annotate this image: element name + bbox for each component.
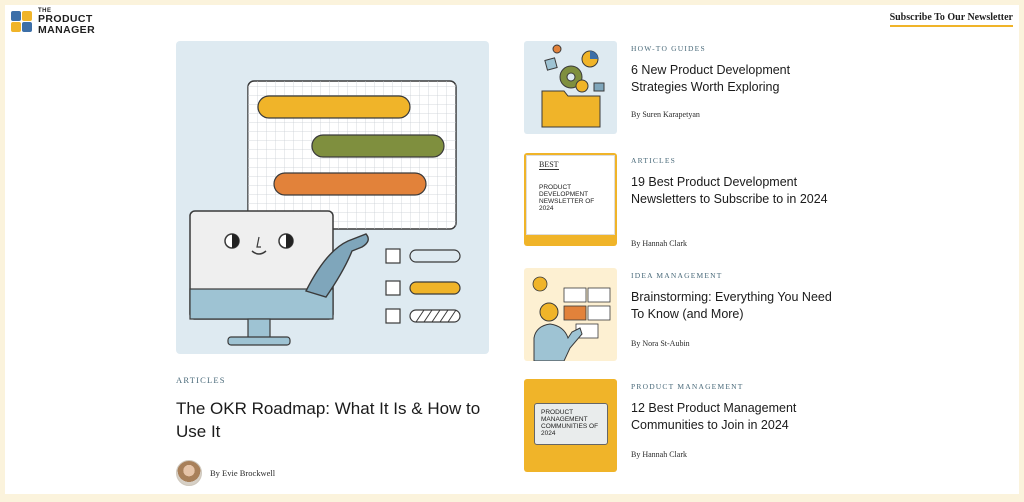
article-category[interactable]: PRODUCT MANAGEMENT bbox=[631, 382, 744, 391]
featured-category[interactable]: ARTICLES bbox=[176, 375, 226, 385]
logo-mark-icon bbox=[11, 11, 33, 33]
article-title[interactable]: 6 New Product Development Strategies Wor… bbox=[631, 62, 846, 96]
article-category[interactable]: IDEA MANAGEMENT bbox=[631, 271, 723, 280]
thumb-caption: PRODUCT DEVELOPMENT NEWSLETTER OF 2024 bbox=[539, 184, 595, 212]
article-author[interactable]: By Hannah Clark bbox=[631, 239, 687, 248]
thumb-caption: PRODUCT MANAGEMENT COMMUNITIES OF 2024 bbox=[541, 409, 599, 437]
subscribe-newsletter-link[interactable]: Subscribe To Our Newsletter bbox=[889, 12, 1013, 27]
article-card[interactable]: PRODUCT MANAGEMENT COMMUNITIES OF 2024 P… bbox=[524, 379, 1004, 475]
article-thumbnail[interactable]: BEST PRODUCT DEVELOPMENT NEWSLETTER OF 2… bbox=[524, 153, 617, 246]
article-title[interactable]: 12 Best Product Management Communities t… bbox=[631, 400, 846, 434]
article-title[interactable]: 19 Best Product Development Newsletters … bbox=[631, 174, 846, 208]
article-thumbnail[interactable] bbox=[524, 41, 617, 134]
okr-roadmap-illustration-icon bbox=[189, 80, 461, 346]
communities-card: PRODUCT MANAGEMENT COMMUNITIES OF 2024 bbox=[534, 403, 608, 445]
featured-article-image[interactable] bbox=[176, 41, 489, 354]
logo-wordmark: THE PRODUCT MANAGER bbox=[38, 8, 95, 36]
page-frame: THE PRODUCT MANAGER Subscribe To Our New… bbox=[5, 5, 1019, 494]
article-card[interactable]: BEST PRODUCT DEVELOPMENT NEWSLETTER OF 2… bbox=[524, 153, 1004, 249]
site-logo[interactable]: THE PRODUCT MANAGER bbox=[11, 8, 95, 36]
article-thumbnail[interactable]: PRODUCT MANAGEMENT COMMUNITIES OF 2024 bbox=[524, 379, 617, 472]
best-label: BEST bbox=[539, 160, 559, 170]
article-title[interactable]: Brainstorming: Everything You Need To Kn… bbox=[631, 289, 846, 323]
article-author[interactable]: By Suren Karapetyan bbox=[631, 110, 700, 119]
brainstorming-person-icon bbox=[532, 276, 611, 361]
newsletter-card: BEST PRODUCT DEVELOPMENT NEWSLETTER OF 2… bbox=[526, 155, 615, 235]
article-card[interactable]: IDEA MANAGEMENT Brainstorming: Everythin… bbox=[524, 268, 1004, 364]
featured-author[interactable]: By Evie Brockwell bbox=[210, 468, 275, 478]
logo-line-2: MANAGER bbox=[38, 24, 96, 36]
article-category[interactable]: ARTICLES bbox=[631, 156, 676, 165]
author-avatar bbox=[176, 460, 202, 486]
site-header: THE PRODUCT MANAGER Subscribe To Our New… bbox=[5, 5, 1019, 41]
article-thumbnail[interactable] bbox=[524, 268, 617, 361]
article-card[interactable]: HOW-TO GUIDES 6 New Product Development … bbox=[524, 41, 1004, 137]
article-author[interactable]: By Nora St-Aubin bbox=[631, 339, 690, 348]
article-author[interactable]: By Hannah Clark bbox=[631, 450, 687, 459]
featured-author-row: By Evie Brockwell bbox=[176, 460, 275, 486]
article-category[interactable]: HOW-TO GUIDES bbox=[631, 44, 706, 53]
strategy-folder-icon bbox=[541, 44, 605, 128]
featured-title[interactable]: The OKR Roadmap: What It Is & How to Use… bbox=[176, 397, 486, 443]
